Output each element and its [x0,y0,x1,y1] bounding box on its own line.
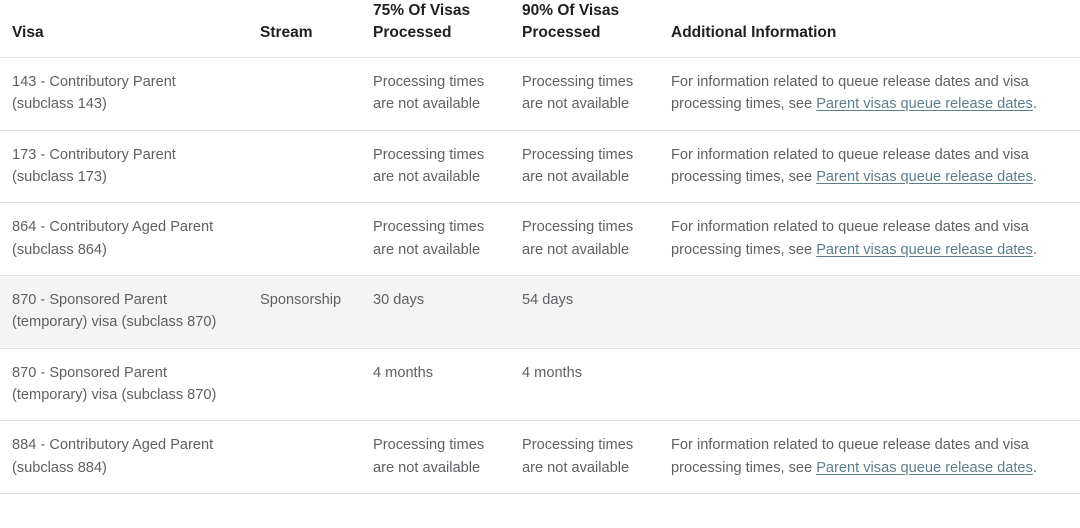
column-header-75-line-2: Processed [373,24,452,41]
column-header-90-percent-processed: 90% Of Visas Processed [511,0,660,58]
cell-visa: 173 - Contributory Parent (subclass 173) [0,130,250,204]
cell-75-percent-processed: Processing times are not available [362,420,511,494]
cell-75-percent-processed: Processing times are not available [362,202,511,276]
cell-visa: 864 - Contributory Aged Parent (subclass… [0,202,250,276]
cell-90-percent-processed: Processing times are not available [511,202,660,276]
column-header-visa-line-1: Visa [12,24,44,41]
info-text-suffix: . [1032,459,1037,476]
parent-visas-queue-release-dates-link[interactable]: Parent visas queue release dates [816,460,1033,476]
column-header-info-line-1: Additional Information [671,24,837,41]
info-text-suffix: . [1032,241,1037,258]
cell-stream [250,57,362,131]
table-header: Visa Stream 75% Of Visas Processed 90% O… [0,0,1080,58]
cell-additional-information: For information related to queue release… [660,57,1080,131]
column-header-90-line-1: 90% Of Visas [522,2,620,19]
column-header-stream-line-1: Stream [260,24,313,41]
info-text-suffix: . [1032,168,1037,185]
cell-additional-information [660,275,1080,349]
parent-visas-queue-release-dates-link[interactable]: Parent visas queue release dates [816,96,1033,112]
cell-stream: Sponsorship [250,275,362,349]
column-header-stream: Stream [250,0,362,58]
cell-75-percent-processed: Processing times are not available [362,57,511,131]
cell-stream [250,420,362,494]
cell-stream [250,130,362,204]
column-header-additional-information: Additional Information [660,0,1080,58]
cell-90-percent-processed: 54 days [511,275,660,349]
cell-90-percent-processed: Processing times are not available [511,420,660,494]
cell-visa: 870 - Sponsored Parent (temporary) visa … [0,275,250,349]
table-header-row: Visa Stream 75% Of Visas Processed 90% O… [0,0,1080,58]
cell-75-percent-processed: 30 days [362,275,511,349]
cell-stream [250,348,362,422]
cell-visa: 143 - Contributory Parent (subclass 143) [0,57,250,131]
table-row: 870 - Sponsored Parent (temporary) visa … [0,275,1080,349]
column-header-75-percent-processed: 75% Of Visas Processed [362,0,511,58]
cell-additional-information: For information related to queue release… [660,202,1080,276]
cell-visa: 884 - Contributory Aged Parent (subclass… [0,420,250,494]
column-header-90-line-2: Processed [522,24,601,41]
parent-visas-queue-release-dates-link[interactable]: Parent visas queue release dates [816,242,1033,258]
table-row: 864 - Contributory Aged Parent (subclass… [0,202,1080,276]
cell-75-percent-processed: 4 months [362,348,511,422]
cell-90-percent-processed: 4 months [511,348,660,422]
cell-stream [250,202,362,276]
table-row: 884 - Contributory Aged Parent (subclass… [0,420,1080,494]
table-row: 870 - Sponsored Parent (temporary) visa … [0,348,1080,422]
cell-90-percent-processed: Processing times are not available [511,57,660,131]
table-row: 143 - Contributory Parent (subclass 143)… [0,57,1080,131]
info-text-suffix: . [1032,96,1037,113]
cell-additional-information [660,348,1080,422]
cell-additional-information: For information related to queue release… [660,130,1080,204]
cell-90-percent-processed: Processing times are not available [511,130,660,204]
cell-additional-information: For information related to queue release… [660,420,1080,494]
parent-visas-queue-release-dates-link[interactable]: Parent visas queue release dates [816,169,1033,185]
visa-processing-times-table: Visa Stream 75% Of Visas Processed 90% O… [0,0,1080,494]
table-row: 173 - Contributory Parent (subclass 173)… [0,130,1080,204]
cell-75-percent-processed: Processing times are not available [362,130,511,204]
cell-visa: 870 - Sponsored Parent (temporary) visa … [0,348,250,422]
column-header-75-line-1: 75% Of Visas [373,2,471,19]
column-header-visa: Visa [0,0,250,58]
table-body: 143 - Contributory Parent (subclass 143)… [0,57,1080,494]
